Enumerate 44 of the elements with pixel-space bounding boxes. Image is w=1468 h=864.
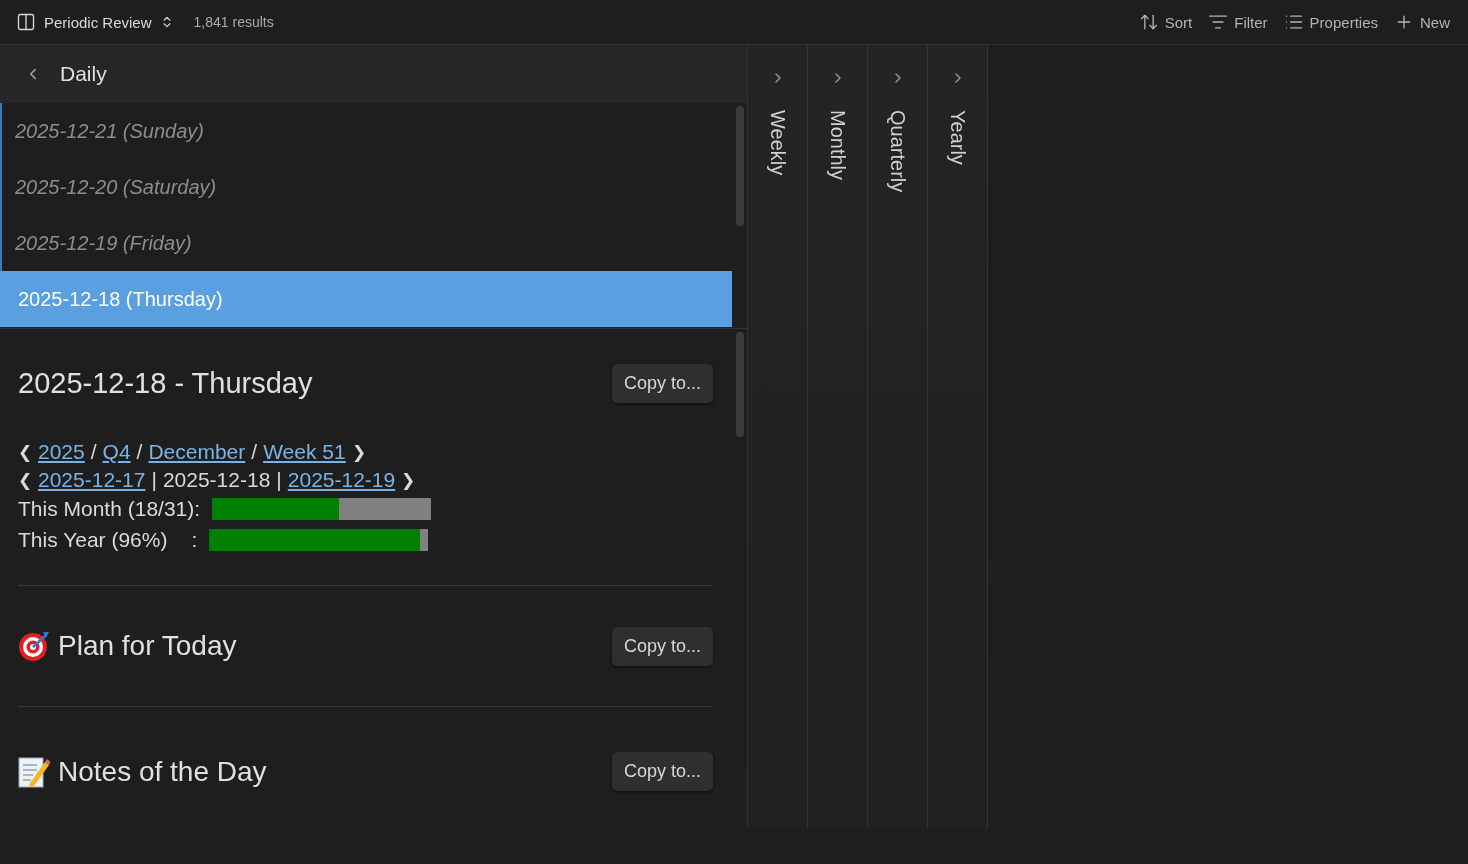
link[interactable]: Q4	[102, 440, 131, 465]
panel-title: Yearly	[946, 110, 969, 165]
sort-icon	[1138, 12, 1159, 32]
section-title: Notes of the Day	[58, 755, 267, 788]
nav-arrow[interactable]: ❯	[351, 441, 366, 463]
toolbar-button[interactable]: Filter	[1200, 8, 1276, 36]
progress-label: This Year (96%)	[18, 527, 168, 552]
text: |	[276, 468, 282, 493]
toolbar-button[interactable]: New	[1386, 8, 1458, 36]
results-count: 1,841 results	[193, 14, 274, 30]
nav-arrow[interactable]: ❯	[401, 469, 416, 491]
link[interactable]: 2025-12-19	[287, 468, 396, 493]
copy-button[interactable]: Copy to...	[611, 364, 713, 404]
text: /	[136, 440, 143, 465]
colon: :	[191, 527, 198, 552]
text: |	[151, 468, 157, 493]
note-title: 2025-12-18 - Thursday	[18, 367, 313, 401]
panel-title: Quarterly	[886, 110, 909, 193]
text: /	[90, 440, 97, 465]
section-title: Plan for Today	[58, 630, 237, 662]
link[interactable]: 2025	[38, 440, 85, 465]
progress-label: This Month (18/31):	[18, 497, 201, 522]
text: 2025-12-18	[162, 468, 271, 493]
toolbar-button[interactable]: Properties	[1275, 8, 1386, 36]
panel-title: Monthly	[826, 110, 849, 181]
link[interactable]: 2025-12-17	[38, 468, 146, 493]
panel-title: Daily	[60, 62, 107, 86]
link[interactable]: Week 51	[263, 440, 346, 465]
list-item[interactable]: 2025-12-21 (Sunday)	[0, 103, 732, 159]
copy-button[interactable]: Copy to...	[611, 752, 713, 792]
toolbar-button[interactable]: Sort	[1130, 8, 1201, 36]
nav-arrow[interactable]: ❮	[18, 441, 32, 463]
scrollbar-thumb[interactable]	[735, 106, 744, 226]
nav-arrow[interactable]: ❮	[18, 469, 32, 491]
copy-button[interactable]: Copy to...	[611, 626, 713, 666]
panel-icon	[16, 12, 36, 32]
scrollbar-thumb[interactable]	[735, 332, 744, 437]
view-switcher[interactable]: Periodic Review	[14, 10, 176, 34]
target-icon	[18, 630, 50, 662]
panel-title: Weekly	[766, 110, 789, 176]
list-item[interactable]: 2025-12-20 (Saturday)	[0, 159, 732, 215]
link[interactable]: December	[148, 440, 246, 465]
text: /	[251, 440, 258, 465]
memo-icon	[18, 755, 50, 788]
